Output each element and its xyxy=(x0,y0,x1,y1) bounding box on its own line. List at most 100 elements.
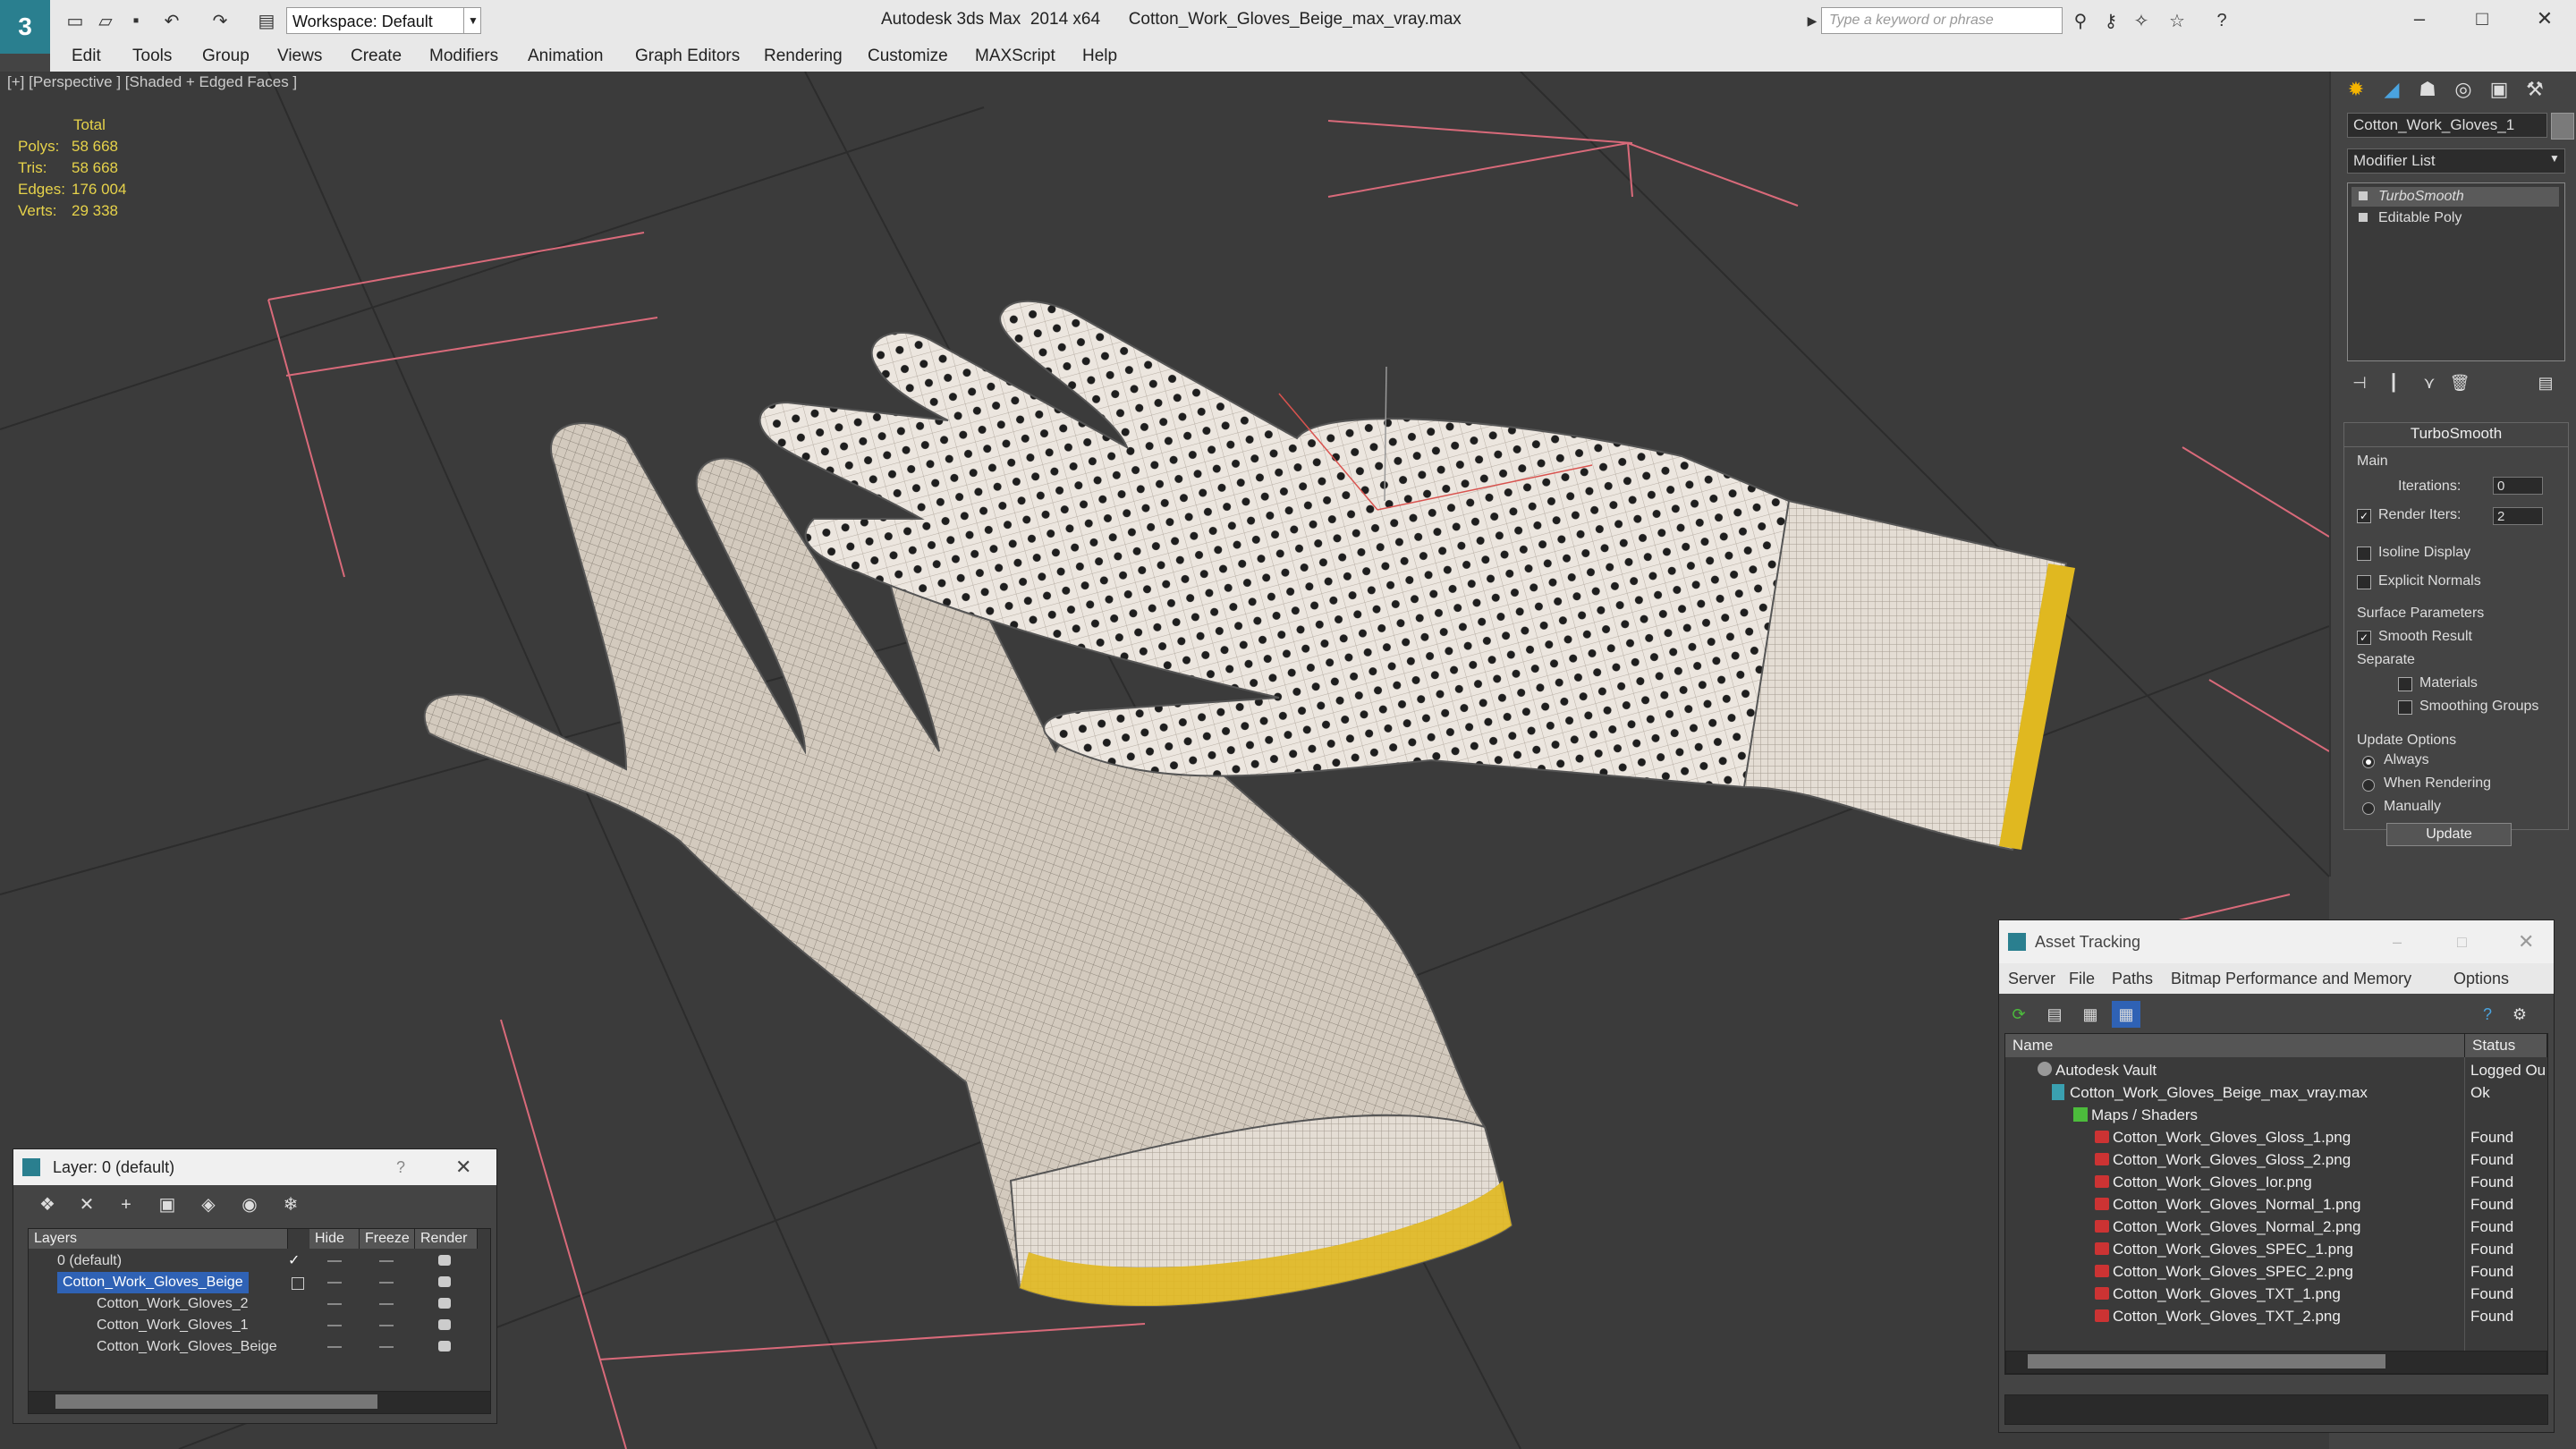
modifier-list-dropdown[interactable]: Modifier List xyxy=(2347,148,2565,174)
render-teapot-icon[interactable] xyxy=(438,1298,451,1309)
lightbulb-icon[interactable] xyxy=(2359,191,2368,200)
open-file-icon[interactable]: ▱ xyxy=(93,8,118,33)
chevron-down-icon[interactable]: ▼ xyxy=(463,7,482,34)
always-radio[interactable] xyxy=(2362,756,2375,768)
pin-stack-icon[interactable]: ⊣ xyxy=(2347,370,2372,395)
object-name[interactable]: Cotton_Work_Gloves_1 xyxy=(97,1315,249,1336)
hide-toggle[interactable] xyxy=(327,1325,342,1326)
layer-name[interactable]: 0 (default) xyxy=(57,1250,122,1272)
refresh-icon[interactable]: ⟳ xyxy=(2004,1001,2033,1028)
close-icon[interactable]: ✕ xyxy=(455,1149,471,1185)
utilities-tab-icon[interactable]: ⚒ xyxy=(2517,72,2553,107)
asset-row[interactable]: Cotton_Work_Gloves_Gloss_2.png Found xyxy=(2005,1148,2547,1171)
help-question-icon[interactable]: ⚙ xyxy=(2505,1001,2534,1028)
horizontal-scrollbar[interactable] xyxy=(28,1391,491,1414)
menu-create[interactable]: Create xyxy=(351,43,402,72)
menu-modifiers[interactable]: Modifiers xyxy=(429,43,498,72)
minimize-icon[interactable]: – xyxy=(2393,920,2402,963)
menu-help[interactable]: Help xyxy=(1082,43,1117,72)
menu-maxscript[interactable]: MAXScript xyxy=(975,43,1055,72)
modify-tab-icon[interactable]: ◢ xyxy=(2374,72,2410,107)
redo-icon[interactable]: ↷ xyxy=(208,8,233,33)
rollout-title[interactable]: TurboSmooth xyxy=(2344,423,2568,447)
asset-row[interactable]: Maps / Shaders xyxy=(2005,1104,2547,1126)
list-view-icon[interactable]: ▤ xyxy=(2040,1001,2069,1028)
freeze-toggle[interactable] xyxy=(379,1260,394,1262)
scrollbar-thumb[interactable] xyxy=(55,1394,377,1409)
new-layer-icon[interactable]: ❖ xyxy=(33,1192,62,1217)
hide-toggle[interactable] xyxy=(327,1303,342,1305)
close-icon[interactable]: ✕ xyxy=(2515,0,2574,39)
hide-toggle[interactable] xyxy=(327,1346,342,1348)
asset-row[interactable]: Cotton_Work_Gloves_Beige_max_vray.max Ok xyxy=(2005,1081,2547,1104)
freeze-toggle[interactable] xyxy=(379,1325,394,1326)
stack-item-editable-poly[interactable]: Editable Poly xyxy=(2351,208,2559,228)
select-objects-icon[interactable]: ▣ xyxy=(153,1192,182,1217)
update-button[interactable]: Update xyxy=(2386,823,2512,846)
set-current-box[interactable] xyxy=(292,1277,304,1290)
layer-row[interactable]: Cotton_Work_Gloves_Beige xyxy=(29,1272,490,1293)
layer-row[interactable]: Cotton_Work_Gloves_1 xyxy=(29,1315,490,1336)
expand-icon[interactable] xyxy=(2359,213,2368,222)
freeze-toggle[interactable] xyxy=(379,1303,394,1305)
tree-view-icon[interactable]: ▦ xyxy=(2076,1001,2105,1028)
make-unique-icon[interactable]: ⋎ xyxy=(2417,370,2442,395)
object-name[interactable]: Cotton_Work_Gloves_Beige xyxy=(97,1336,277,1358)
menu-paths[interactable]: Paths xyxy=(2112,963,2153,994)
display-tab-icon[interactable]: ▣ xyxy=(2481,72,2517,107)
current-layer-check-icon[interactable]: ✓ xyxy=(288,1250,300,1272)
column-layers[interactable]: Layers xyxy=(29,1229,288,1249)
asset-row[interactable]: Autodesk Vault Logged Ou xyxy=(2005,1059,2547,1081)
save-icon[interactable]: ▪ xyxy=(123,8,148,33)
layer-row[interactable]: 0 (default) ✓ xyxy=(29,1250,490,1272)
menu-customize[interactable]: Customize xyxy=(868,43,948,72)
hierarchy-tab-icon[interactable]: ☗ xyxy=(2410,72,2445,107)
asset-row[interactable]: Cotton_Work_Gloves_Normal_2.png Found xyxy=(2005,1216,2547,1238)
close-icon[interactable]: ✕ xyxy=(2518,920,2534,963)
asset-row[interactable]: Cotton_Work_Gloves_Normal_1.png Found xyxy=(2005,1193,2547,1216)
help-icon[interactable]: ? xyxy=(2473,1001,2502,1028)
menu-file[interactable]: File xyxy=(2069,963,2095,994)
minimize-icon[interactable]: – xyxy=(2390,0,2449,39)
manually-radio[interactable] xyxy=(2362,802,2375,815)
asset-row[interactable]: Cotton_Work_Gloves_Ior.png Found xyxy=(2005,1171,2547,1193)
menu-views[interactable]: Views xyxy=(277,43,322,72)
layer-dialog-titlebar[interactable]: Layer: 0 (default) ? ✕ xyxy=(13,1149,496,1185)
explicit-normals-checkbox[interactable] xyxy=(2357,575,2371,589)
motion-tab-icon[interactable]: ◎ xyxy=(2445,72,2481,107)
configure-sets-icon[interactable]: ▤ xyxy=(2533,370,2558,395)
menu-bitmap-performance[interactable]: Bitmap Performance and Memory xyxy=(2171,963,2411,994)
menu-edit[interactable]: Edit xyxy=(72,43,101,72)
layer-name[interactable]: Cotton_Work_Gloves_Beige xyxy=(57,1272,249,1293)
menu-group[interactable]: Group xyxy=(202,43,250,72)
menu-rendering[interactable]: Rendering xyxy=(764,43,843,72)
app-logo-icon[interactable]: 3 xyxy=(0,0,50,54)
when-rendering-radio[interactable] xyxy=(2362,779,2375,792)
table-view-icon[interactable]: ▦ xyxy=(2112,1001,2140,1028)
menu-tools[interactable]: Tools xyxy=(132,43,172,72)
freeze-all-icon[interactable]: ❄ xyxy=(276,1192,305,1217)
render-teapot-icon[interactable] xyxy=(438,1341,451,1352)
key-icon[interactable]: ⚷ xyxy=(2098,8,2123,33)
asset-row[interactable]: Cotton_Work_Gloves_SPEC_2.png Found xyxy=(2005,1260,2547,1283)
favorites-star-icon[interactable]: ☆ xyxy=(2165,8,2190,33)
remove-modifier-icon[interactable]: 🗑 xyxy=(2447,370,2472,395)
column-status[interactable]: Status xyxy=(2465,1034,2547,1057)
render-iters-spinner[interactable]: 2 xyxy=(2493,507,2543,525)
menu-options[interactable]: Options xyxy=(2453,963,2509,994)
scrollbar-thumb[interactable] xyxy=(2028,1354,2385,1368)
render-teapot-icon[interactable] xyxy=(438,1276,451,1287)
new-file-icon[interactable]: ▭ xyxy=(63,8,88,33)
menu-animation[interactable]: Animation xyxy=(528,43,604,72)
asset-row[interactable]: Cotton_Work_Gloves_TXT_2.png Found xyxy=(2005,1305,2547,1327)
add-to-layer-icon[interactable]: + xyxy=(112,1192,140,1217)
chevron-down-icon[interactable]: ▼ xyxy=(2549,152,2560,165)
render-teapot-icon[interactable] xyxy=(438,1319,451,1330)
column-freeze[interactable]: Freeze xyxy=(360,1229,415,1249)
menu-server[interactable]: Server xyxy=(2008,963,2055,994)
binoculars-icon[interactable]: ⚲ xyxy=(2068,8,2093,33)
hide-all-icon[interactable]: ◉ xyxy=(235,1192,264,1217)
column-hide[interactable]: Hide xyxy=(309,1229,360,1249)
hide-toggle[interactable] xyxy=(327,1260,342,1262)
search-input[interactable]: Type a keyword or phrase xyxy=(1821,7,2063,34)
